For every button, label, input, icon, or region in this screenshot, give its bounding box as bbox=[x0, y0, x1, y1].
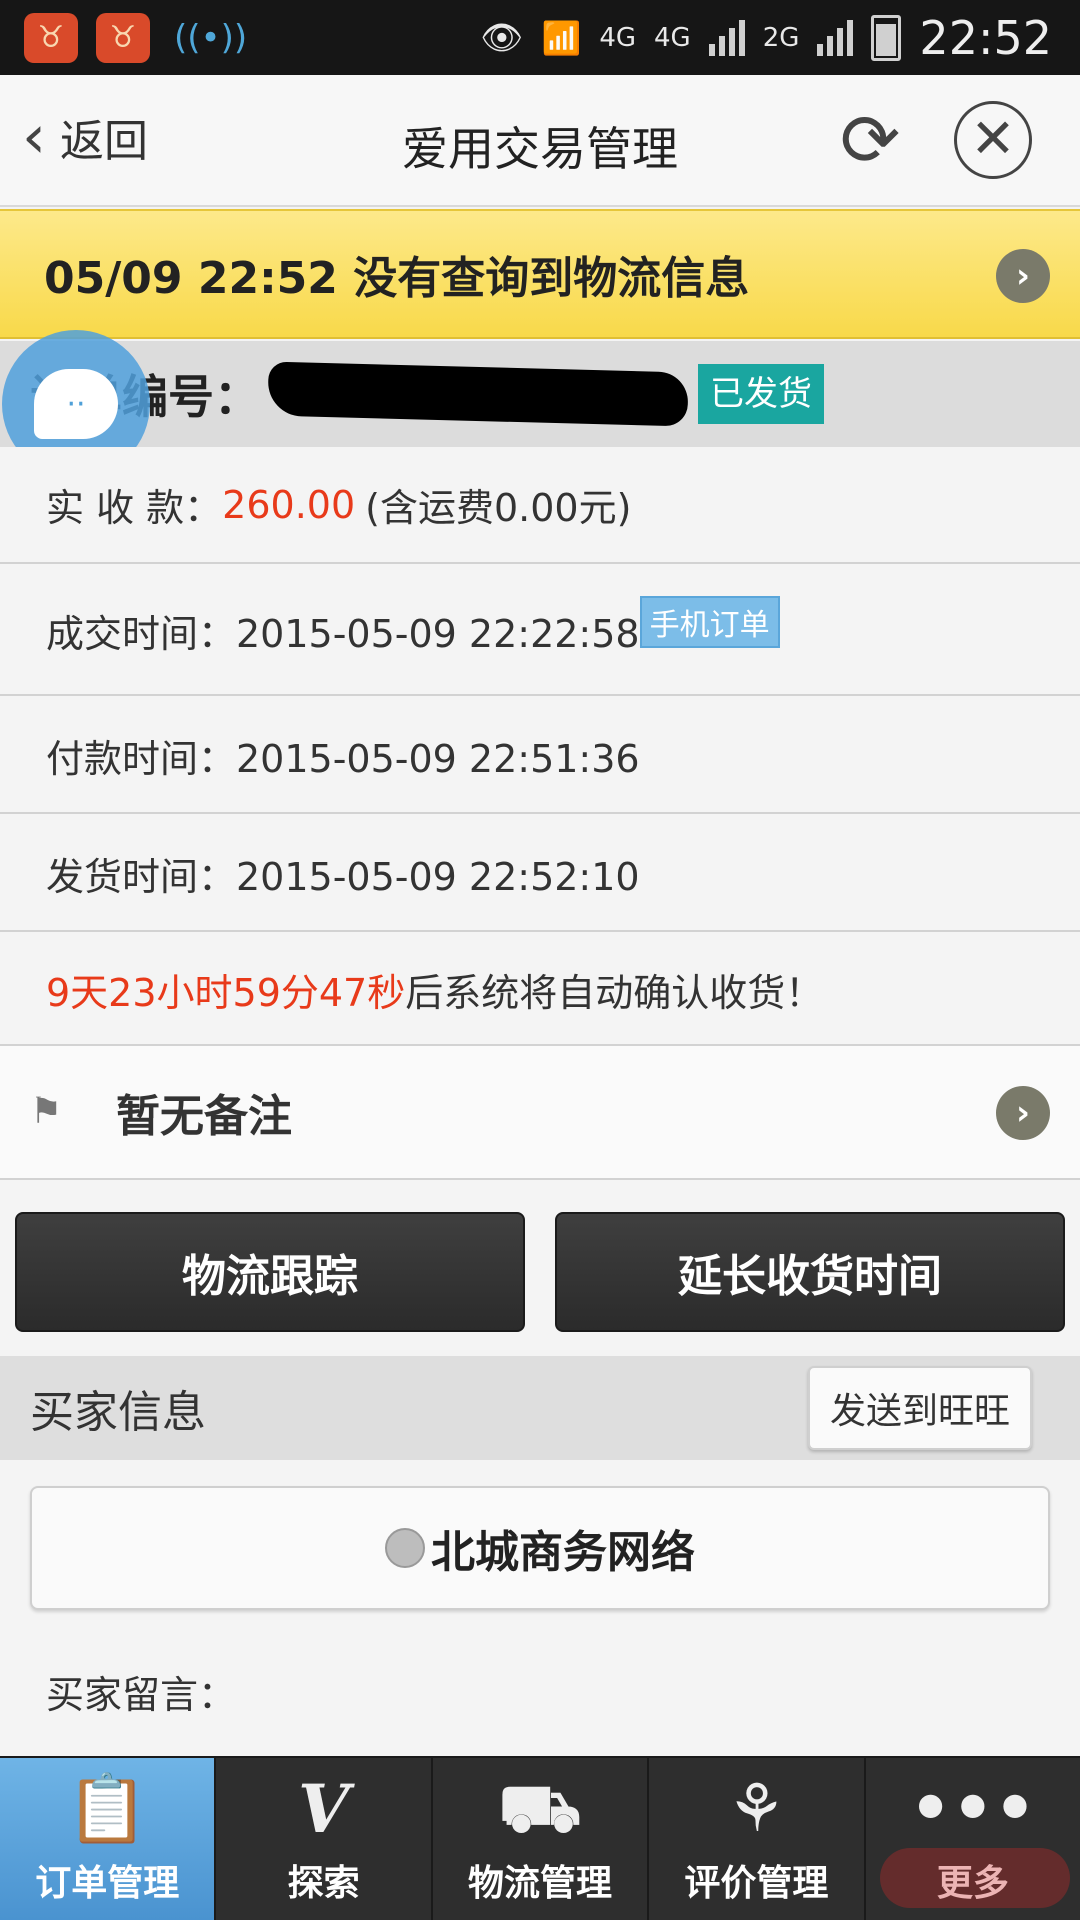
refresh-button[interactable]: ⟳ bbox=[830, 101, 910, 181]
status-badge: 已发货 bbox=[698, 364, 824, 424]
auto-confirm-row: 9天23小时59分47秒 后系统将自动确认收货！ bbox=[0, 934, 1080, 1046]
back-label: 返回 bbox=[60, 116, 148, 167]
order-number-redacted bbox=[267, 361, 689, 427]
tab-logistics-management[interactable]: ⛟ 物流管理 bbox=[433, 1758, 650, 1920]
buyer-name-button[interactable]: 北城商务网络 bbox=[30, 1486, 1050, 1610]
pay-time: 付款时间：2015-05-09 22:51:36 bbox=[46, 736, 640, 781]
amount-note: (含运费0.00元) bbox=[365, 486, 632, 530]
page-title: 爱用交易管理 bbox=[402, 122, 678, 176]
flower-icon: ⚘ bbox=[726, 1770, 786, 1847]
deal-time: 成交时间：2015-05-09 22:22:58 bbox=[46, 611, 640, 656]
extend-receipt-button[interactable]: 延长收货时间 bbox=[555, 1212, 1065, 1332]
tab-label: 订单管理 bbox=[35, 1863, 180, 1904]
countdown: 9天23小时59分47秒 bbox=[46, 970, 406, 1015]
wifi-icon: 📶 bbox=[541, 18, 582, 57]
v-icon: V bbox=[298, 1770, 350, 1848]
buyer-name: 北城商务网络 bbox=[431, 1527, 695, 1578]
network-type: 4G bbox=[599, 22, 637, 53]
app-notification-icon: ♉ bbox=[96, 12, 150, 63]
tab-label: 探索 bbox=[287, 1863, 360, 1904]
tab-order-management[interactable]: 📋 订单管理 bbox=[0, 1758, 217, 1920]
signal-icon bbox=[817, 19, 854, 56]
logistics-banner[interactable]: 05/09 22:52 没有查询到物流信息 › bbox=[0, 209, 1080, 339]
remark-text: 暂无备注 bbox=[116, 1091, 292, 1142]
ship-time: 发货时间：2015-05-09 22:52:10 bbox=[46, 854, 640, 899]
eye-icon: 👁 bbox=[480, 17, 524, 58]
network-type: 4G bbox=[654, 22, 691, 53]
chevron-right-icon: › bbox=[996, 1086, 1050, 1140]
system-indicators: 👁 📶 4G 4G 2G 22:52 bbox=[480, 11, 1080, 65]
flag-icon: ⚑ bbox=[30, 1091, 63, 1132]
wangwang-icon bbox=[385, 1528, 425, 1568]
battery-icon bbox=[871, 14, 902, 61]
chevron-right-icon: › bbox=[996, 249, 1050, 303]
tab-label: 评价管理 bbox=[684, 1863, 829, 1904]
send-to-wangwang-button[interactable]: 发送到旺旺 bbox=[808, 1366, 1032, 1450]
app-notification-icon: ♉ bbox=[24, 12, 78, 63]
chat-icon: ·· bbox=[34, 369, 118, 439]
notification-icons: ♉ ♉ ((•)) bbox=[0, 12, 248, 63]
buyer-info-title: 买家信息 bbox=[30, 1387, 206, 1438]
countdown-suffix: 后系统将自动确认收货！ bbox=[405, 970, 824, 1015]
mobile-order-badge: 手机订单 bbox=[639, 596, 780, 648]
amount-row: 实 收 款： 260.00 (含运费0.00元) bbox=[0, 447, 1080, 564]
track-logistics-button[interactable]: 物流跟踪 bbox=[15, 1212, 525, 1332]
tab-more[interactable]: ••• 更多 bbox=[866, 1758, 1080, 1920]
deal-time-row: 成交时间：2015-05-09 22:22:58 手机订单 bbox=[0, 566, 1080, 696]
ship-time-row: 发货时间：2015-05-09 22:52:10 bbox=[0, 816, 1080, 932]
remark-row[interactable]: ⚑ 暂无备注 › bbox=[0, 1046, 1080, 1180]
more-dots-icon: ••• bbox=[909, 1770, 1037, 1847]
back-button[interactable]: ‹ 返回 bbox=[22, 105, 148, 169]
buyer-message-label: 买家留言： bbox=[46, 1673, 237, 1717]
amount-label: 实 收 款： bbox=[46, 486, 223, 530]
pay-time-row: 付款时间：2015-05-09 22:51:36 bbox=[0, 698, 1080, 814]
close-button[interactable]: ✕ bbox=[954, 101, 1032, 179]
tab-review-management[interactable]: ⚘ 评价管理 bbox=[649, 1758, 866, 1920]
tab-label: 更多 bbox=[936, 1863, 1009, 1904]
tab-explore[interactable]: V 探索 bbox=[216, 1758, 433, 1920]
buyer-info-header: 买家信息 发送到旺旺 bbox=[0, 1356, 1080, 1460]
clipboard-icon: 📋 bbox=[66, 1770, 149, 1847]
close-icon: ✕ bbox=[970, 107, 1016, 170]
tab-label: 物流管理 bbox=[468, 1863, 613, 1904]
truck-icon: ⛟ bbox=[498, 1770, 582, 1847]
chevron-left-icon: ‹ bbox=[22, 102, 46, 172]
logistics-status-text: 05/09 22:52 没有查询到物流信息 bbox=[44, 253, 750, 304]
hotspot-icon: ((•)) bbox=[174, 17, 248, 58]
amount-value: 260.00 bbox=[222, 482, 356, 527]
status-bar: ♉ ♉ ((•)) 👁 📶 4G 4G 2G 22:52 bbox=[0, 0, 1080, 75]
navbar: ‹ 返回 爱用交易管理 ⟳ ✕ bbox=[0, 75, 1080, 207]
signal-icon bbox=[708, 19, 745, 56]
network-type: 2G bbox=[762, 22, 800, 53]
clock: 22:52 bbox=[919, 10, 1052, 65]
bottom-tab-bar: 📋 订单管理 V 探索 ⛟ 物流管理 ⚘ 评价管理 ••• 更多 bbox=[0, 1756, 1080, 1920]
refresh-icon: ⟳ bbox=[839, 98, 901, 182]
order-number-row: 订单编号： 已发货 bbox=[0, 341, 1080, 447]
